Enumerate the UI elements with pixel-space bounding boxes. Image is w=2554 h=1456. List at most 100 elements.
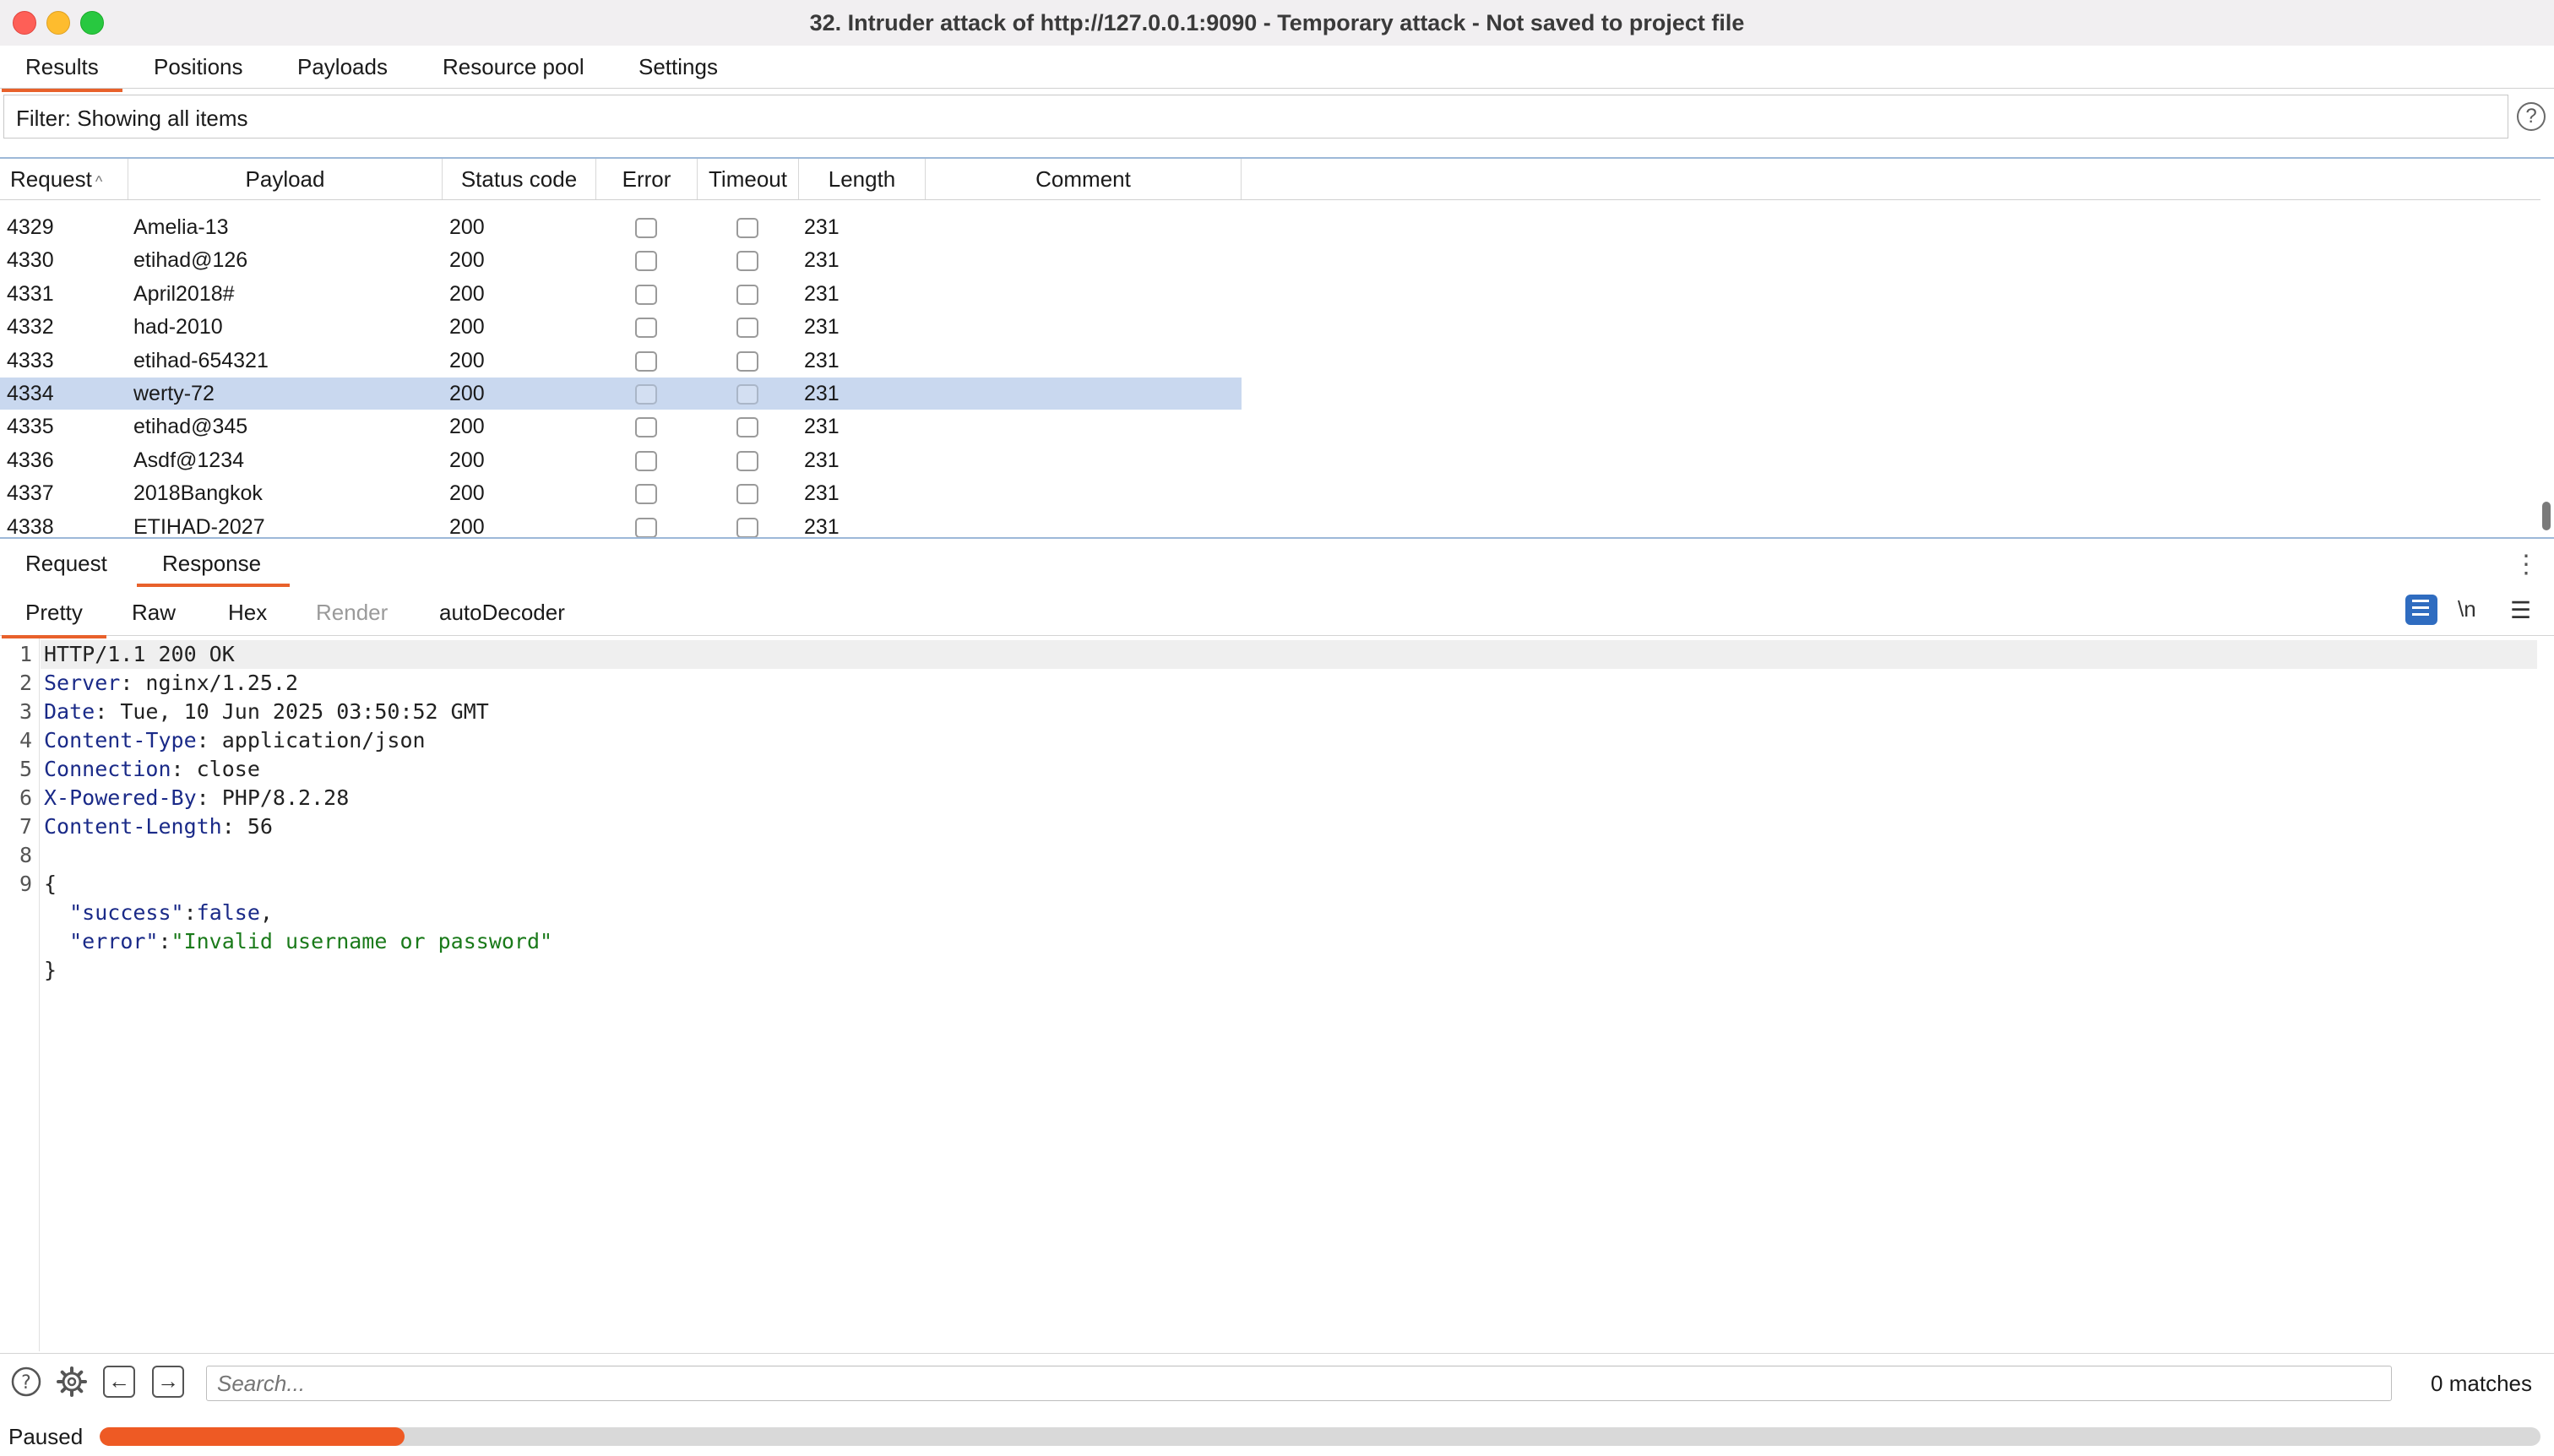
tab-positions[interactable]: Positions xyxy=(154,54,243,80)
cell-status-code: 200 xyxy=(449,382,485,405)
table-row[interactable]: 4338 ETIHAD-2027 200 231 xyxy=(0,511,1242,539)
tab-raw[interactable]: Raw xyxy=(132,600,176,626)
timeout-checkbox xyxy=(736,218,758,238)
tab-render[interactable]: Render xyxy=(316,600,388,626)
editor-view-tabs: Pretty Raw Hex Render autoDecoder xyxy=(0,591,2554,638)
code-key-token: Date xyxy=(44,699,95,724)
line-number: 2 xyxy=(19,671,32,695)
error-checkbox xyxy=(635,384,657,405)
word-wrap-toggle-icon[interactable] xyxy=(2405,595,2437,625)
code-line: HTTP/1.1 200 OK xyxy=(44,640,235,669)
timeout-checkbox xyxy=(736,517,758,537)
tab-request[interactable]: Request xyxy=(25,551,107,577)
next-match-button[interactable]: → xyxy=(152,1366,184,1398)
code-line: Server: nginx/1.25.2 xyxy=(44,669,298,698)
search-input[interactable] xyxy=(207,1366,2391,1400)
error-checkbox xyxy=(635,284,657,305)
cell-length: 231 xyxy=(804,281,840,306)
tab-results[interactable]: Results xyxy=(2,54,122,92)
timeout-checkbox xyxy=(736,350,758,372)
cell-length: 231 xyxy=(804,514,840,539)
cell-length: 231 xyxy=(804,415,840,439)
table-row[interactable]: 4337 2018Bangkok 200 231 xyxy=(0,477,1242,509)
code-key-token: "error" xyxy=(69,929,159,953)
column-header-comment[interactable]: Comment xyxy=(926,159,1242,199)
results-table: Request ^ Payload Status code Error Timeo… xyxy=(0,157,2554,539)
cell-request: 4329 xyxy=(7,215,54,239)
error-checkbox xyxy=(635,450,657,471)
line-number: 5 xyxy=(19,757,32,781)
editor-menu-icon[interactable]: ☰ xyxy=(2510,596,2531,624)
tab-payloads[interactable]: Payloads xyxy=(297,54,388,80)
cell-payload: ETIHAD-2027 xyxy=(133,514,265,539)
attack-progress-fill xyxy=(100,1427,405,1446)
tab-response[interactable]: Response xyxy=(136,551,291,587)
table-row[interactable]: 4335 etihad@345 200 231 xyxy=(0,410,1242,443)
table-scrollbar[interactable] xyxy=(2542,502,2551,530)
window-title: 32. Intruder attack of http://127.0.0.1:… xyxy=(809,10,1745,35)
response-editor[interactable]: 1 HTTP/1.1 200 OK 2 Server: nginx/1.25.2 3 Da… xyxy=(0,638,2554,1351)
code-line: "success":false, xyxy=(44,899,273,927)
title-bar: 32. Intruder attack of http://127.0.0.1:… xyxy=(0,0,2554,46)
cell-length: 231 xyxy=(804,215,840,239)
help-icon[interactable]: ? xyxy=(10,1366,42,1398)
cell-status-code: 200 xyxy=(449,514,485,539)
tab-hex[interactable]: Hex xyxy=(228,600,267,626)
cell-payload: etihad@345 xyxy=(133,415,248,439)
timeout-checkbox xyxy=(736,484,758,505)
match-count: 0 matches xyxy=(2431,1371,2532,1396)
previous-match-button[interactable]: ← xyxy=(103,1366,135,1398)
column-header-status-code[interactable]: Status code xyxy=(443,159,596,199)
table-row[interactable]: 4333 etihad-654321 200 231 xyxy=(0,345,1242,377)
code-line: Connection: close xyxy=(44,755,260,784)
error-checkbox xyxy=(635,484,657,505)
cell-payload: Amelia-13 xyxy=(133,215,229,239)
current-line-highlight xyxy=(41,640,2537,669)
cell-request: 4334 xyxy=(7,382,54,405)
code-key-token: Server xyxy=(44,671,121,695)
column-header-request[interactable]: Request ^ xyxy=(0,159,128,199)
table-row[interactable]: 4334 werty-72 200 231 xyxy=(0,378,1242,410)
show-newlines-button[interactable]: \n xyxy=(2458,596,2476,622)
tab-autodecoder[interactable]: autoDecoder xyxy=(439,600,565,626)
code-line: Content-Type: application/json xyxy=(44,726,426,755)
search-field[interactable] xyxy=(206,1366,2392,1401)
main-tab-bar: Results Positions Payloads Resource pool… xyxy=(0,46,2554,92)
code-text-token: : PHP/8.2.28 xyxy=(196,785,350,810)
table-row[interactable]: 4336 Asdf@1234 200 231 xyxy=(0,444,1242,476)
tab-pretty[interactable]: Pretty xyxy=(2,600,106,638)
table-row[interactable]: 4329 Amelia-13 200 231 xyxy=(0,211,1242,243)
code-text-token: : close xyxy=(171,757,260,781)
cell-payload: had-2010 xyxy=(133,315,223,340)
column-header-error[interactable]: Error xyxy=(596,159,698,199)
timeout-checkbox xyxy=(736,251,758,272)
filter-help-icon[interactable]: ? xyxy=(2517,102,2546,131)
code-line: } xyxy=(44,956,57,985)
more-options-icon[interactable]: ⋮ xyxy=(2513,552,2539,578)
tab-settings[interactable]: Settings xyxy=(638,54,718,80)
status-bar: Paused xyxy=(0,1409,2554,1456)
tab-resource-pool[interactable]: Resource pool xyxy=(443,54,584,80)
table-row[interactable]: 4332 had-2010 200 231 xyxy=(0,311,1242,343)
table-row[interactable]: 4330 etihad@126 200 231 xyxy=(0,244,1242,276)
search-bar: ? ← → 0 matches xyxy=(0,1353,2554,1408)
column-header-length[interactable]: Length xyxy=(799,159,926,199)
settings-gear-icon[interactable] xyxy=(56,1366,88,1398)
table-header: Request ^ Payload Status code Error Timeo… xyxy=(0,159,2540,200)
cell-status-code: 200 xyxy=(449,448,485,472)
cell-status-code: 200 xyxy=(449,315,485,340)
code-line: X-Powered-By: PHP/8.2.28 xyxy=(44,784,349,812)
line-number: 3 xyxy=(19,699,32,724)
timeout-checkbox xyxy=(736,450,758,471)
cell-length: 231 xyxy=(804,248,840,273)
table-row[interactable]: 4331 April2018# 200 231 xyxy=(0,278,1242,310)
cell-length: 231 xyxy=(804,481,840,506)
timeout-checkbox xyxy=(736,417,758,438)
svg-text:?: ? xyxy=(21,1372,31,1394)
cell-request: 4332 xyxy=(7,315,54,340)
filter-text: Filter: Showing all items xyxy=(16,106,248,131)
column-header-timeout[interactable]: Timeout xyxy=(698,159,799,199)
filter-bar[interactable]: Filter: Showing all items xyxy=(3,95,2508,139)
code-key-token: Connection xyxy=(44,757,171,781)
column-header-payload[interactable]: Payload xyxy=(128,159,443,199)
